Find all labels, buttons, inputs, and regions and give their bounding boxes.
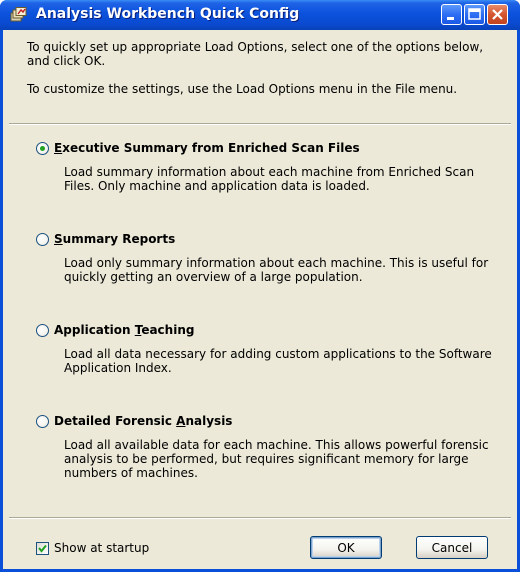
option-application-teaching[interactable]: Application Teaching Load all data neces… — [36, 322, 496, 375]
window-title: Analysis Workbench Quick Config — [36, 6, 300, 22]
radio-executive-summary[interactable] — [36, 141, 49, 155]
cancel-button[interactable]: Cancel — [416, 536, 488, 559]
dialog-client-area: To quickly set up appropriate Load Optio… — [3, 30, 517, 569]
minimize-icon — [447, 17, 454, 20]
intro-line-2: To customize the settings, use the Load … — [27, 82, 458, 96]
close-icon — [492, 9, 503, 20]
app-icon — [10, 7, 27, 22]
dialog-window: Analysis Workbench Quick Config To quick… — [0, 0, 520, 572]
option-label: Summary Reports — [54, 232, 176, 246]
option-description: Load summary information about each mach… — [64, 165, 475, 193]
radio-application-teaching[interactable] — [36, 323, 49, 337]
close-button[interactable] — [487, 4, 508, 25]
radio-detailed-forensic-analysis[interactable] — [36, 414, 49, 428]
separator — [9, 123, 511, 125]
show-at-startup-checkbox[interactable] — [36, 541, 49, 555]
separator — [9, 517, 511, 519]
option-description: Load all available data for each machine… — [64, 438, 489, 480]
option-label: Executive Summary from Enriched Scan Fil… — [54, 141, 360, 155]
maximize-icon — [468, 8, 481, 20]
show-at-startup-checkbox-row[interactable]: Show at startup — [36, 541, 149, 555]
option-summary-reports[interactable]: Summary Reports Load only summary inform… — [36, 231, 496, 284]
maximize-button[interactable] — [464, 4, 485, 25]
option-executive-summary[interactable]: Executive Summary from Enriched Scan Fil… — [36, 140, 496, 193]
show-at-startup-label: Show at startup — [54, 541, 150, 555]
option-label: Detailed Forensic Analysis — [54, 414, 233, 428]
option-description: Load all data necessary for adding custo… — [64, 347, 492, 375]
minimize-button[interactable] — [441, 4, 462, 25]
option-detailed-forensic-analysis[interactable]: Detailed Forensic Analysis Load all avai… — [36, 413, 496, 480]
option-description: Load only summary information about each… — [64, 256, 489, 284]
intro-line-1: To quickly set up appropriate Load Optio… — [27, 40, 484, 68]
option-label: Application Teaching — [54, 323, 195, 337]
ok-button[interactable]: OK — [310, 536, 382, 559]
radio-summary-reports[interactable] — [36, 232, 49, 246]
title-bar[interactable]: Analysis Workbench Quick Config — [0, 0, 520, 30]
checkmark-icon — [38, 544, 47, 553]
intro-text: To quickly set up appropriate Load Optio… — [27, 40, 497, 110]
